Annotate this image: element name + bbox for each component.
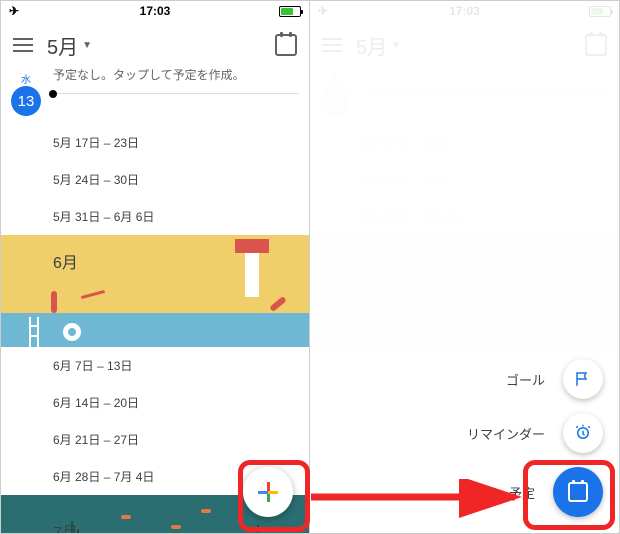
- calendar-icon: [568, 482, 588, 502]
- battery-icon: [279, 6, 301, 17]
- speed-dial-reminder[interactable]: リマインダー: [461, 413, 603, 453]
- create-fab[interactable]: [243, 467, 293, 517]
- month-banner-label: 6月: [53, 249, 78, 273]
- event-fab: [553, 467, 603, 517]
- weekday-label: 水: [21, 71, 31, 86]
- menu-icon[interactable]: [322, 38, 342, 52]
- reminder-icon: [563, 413, 603, 453]
- week-range[interactable]: 6月 14日 – 20日: [1, 384, 309, 421]
- month-banner-june: 6月: [1, 235, 309, 347]
- month-banner-label: 7月: [53, 519, 78, 533]
- speed-dial-event[interactable]: 予定: [503, 467, 603, 517]
- month-label: 5月: [356, 31, 387, 60]
- speed-dial-label: ゴール: [500, 366, 551, 393]
- week-range[interactable]: 6月 21日 – 27日: [1, 421, 309, 458]
- empty-hint: 予定なし。タップして予定を作成。: [53, 69, 245, 83]
- week-range[interactable]: 5月 31日 – 6月 6日: [1, 198, 309, 235]
- airplane-icon: ✈︎: [318, 4, 328, 18]
- chevron-down-icon: ▼: [82, 40, 92, 51]
- speed-dial-label: 予定: [503, 479, 541, 506]
- month-dropdown[interactable]: 5月 ▼: [356, 31, 401, 60]
- status-time: 17:03: [140, 4, 171, 18]
- app-header: 5月 ▼: [1, 21, 309, 69]
- week-range[interactable]: 6月 7日 – 13日: [1, 347, 309, 384]
- month-dropdown[interactable]: 5月 ▼: [47, 31, 92, 60]
- create-speed-dial: ゴール リマインダー 予定: [461, 359, 603, 517]
- today-icon[interactable]: [585, 34, 607, 56]
- calendar-body[interactable]: 水 13 予定なし。タップして予定を作成。 5月 17日 – 23日 5月 24…: [1, 69, 309, 533]
- status-bar: ✈︎ 17:03: [1, 1, 309, 21]
- app-header: 5月 ▼: [310, 21, 619, 69]
- screen-after: ✈︎ 17:03 5月 ▼ 水 13 5月 17日 – 23日: [310, 1, 619, 533]
- screen-before: ✈︎ 17:03 5月 ▼ 水 13 予定なし。タップして予定を作成。: [1, 1, 310, 533]
- chevron-down-icon: ▼: [391, 40, 401, 51]
- day-chip: 13: [11, 86, 41, 116]
- battery-icon: [589, 6, 611, 17]
- speed-dial-label: リマインダー: [461, 420, 551, 447]
- today-row[interactable]: 水 13 予定なし。タップして予定を作成。: [1, 69, 309, 124]
- airplane-icon: ✈︎: [9, 4, 19, 18]
- today-icon[interactable]: [275, 34, 297, 56]
- plus-icon: [258, 482, 278, 502]
- flag-icon: [563, 359, 603, 399]
- month-label: 5月: [47, 31, 78, 60]
- status-bar: ✈︎ 17:03: [310, 1, 619, 21]
- week-range[interactable]: 5月 17日 – 23日: [1, 124, 309, 161]
- status-time: 17:03: [449, 4, 480, 18]
- menu-icon[interactable]: [13, 38, 33, 52]
- week-range[interactable]: 5月 24日 – 30日: [1, 161, 309, 198]
- speed-dial-goal[interactable]: ゴール: [500, 359, 603, 399]
